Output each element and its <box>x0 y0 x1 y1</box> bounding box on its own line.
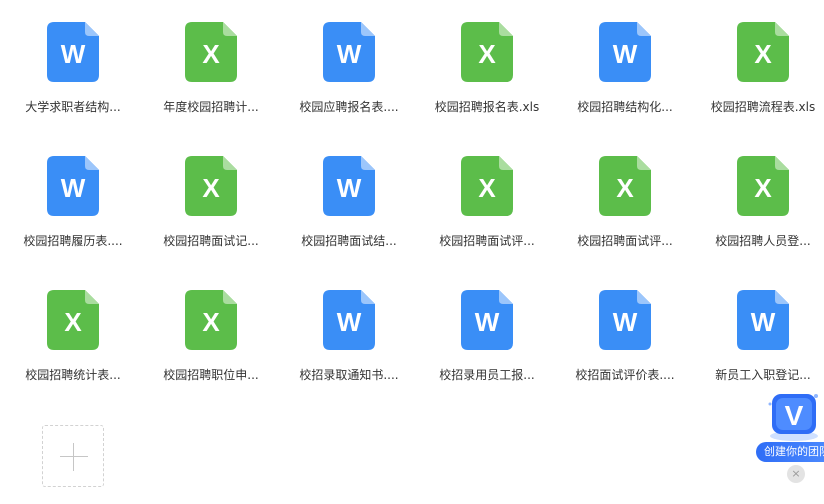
file-name-label: 校园招聘面试记... <box>163 234 259 248</box>
file-name-label: 年度校园招聘计... <box>163 100 259 114</box>
file-item[interactable]: X 校园招聘流程表.xls <box>694 0 824 114</box>
file-item[interactable]: W 校园招聘结构化... <box>556 0 694 114</box>
file-name-label: 校招录取通知书.... <box>299 368 399 382</box>
file-item[interactable]: W 校园应聘报名表.... <box>280 0 418 114</box>
word-doc-icon: W <box>323 156 375 216</box>
excel-sheet-icon: X <box>737 22 789 82</box>
file-item[interactable]: W 新员工入职登记... <box>694 268 824 382</box>
file-name-label: 校园招聘统计表... <box>25 368 121 382</box>
file-name-label: 校园招聘报名表.xls <box>434 100 540 114</box>
team-promo-widget[interactable]: V 创建你的团队 × <box>756 386 824 486</box>
svg-text:X: X <box>478 39 496 69</box>
svg-text:X: X <box>616 173 634 203</box>
add-file-button[interactable] <box>42 425 104 487</box>
svg-text:W: W <box>475 307 500 337</box>
file-name-label: 校园招聘履历表.... <box>23 234 123 248</box>
excel-sheet-icon: X <box>185 290 237 350</box>
excel-sheet-icon: X <box>185 156 237 216</box>
svg-text:X: X <box>202 39 220 69</box>
excel-sheet-icon: X <box>737 156 789 216</box>
file-item[interactable]: W 校招录取通知书.... <box>280 268 418 382</box>
file-item[interactable]: W 大学求职者结构... <box>4 0 142 114</box>
svg-text:X: X <box>478 173 496 203</box>
file-name-label: 校园招聘面试评... <box>439 234 535 248</box>
close-promo-button[interactable]: × <box>787 465 805 483</box>
file-item[interactable]: X 校园招聘报名表.xls <box>418 0 556 114</box>
svg-text:X: X <box>202 307 220 337</box>
file-item[interactable]: X 年度校园招聘计... <box>142 0 280 114</box>
file-name-label: 校招面试评价表.... <box>575 368 675 382</box>
excel-sheet-icon: X <box>461 22 513 82</box>
file-name-label: 大学求职者结构... <box>25 100 121 114</box>
svg-text:W: W <box>337 307 362 337</box>
v-logo-icon: V <box>764 388 824 444</box>
word-doc-icon: W <box>323 22 375 82</box>
plus-icon <box>60 456 88 457</box>
svg-text:W: W <box>613 307 638 337</box>
svg-text:X: X <box>754 39 772 69</box>
svg-text:W: W <box>337 39 362 69</box>
file-name-label: 校园招聘职位申... <box>163 368 259 382</box>
file-item[interactable]: X 校园招聘面试评... <box>556 134 694 248</box>
file-item[interactable]: W 校园招聘面试结... <box>280 134 418 248</box>
word-doc-icon: W <box>461 290 513 350</box>
excel-sheet-icon: X <box>461 156 513 216</box>
file-name-label: 校园应聘报名表.... <box>299 100 399 114</box>
file-item[interactable]: X 校园招聘人员登... <box>694 134 824 248</box>
word-doc-icon: W <box>599 290 651 350</box>
file-name-label: 校园招聘结构化... <box>577 100 673 114</box>
svg-text:W: W <box>613 39 638 69</box>
svg-text:X: X <box>202 173 220 203</box>
file-name-label: 校招录用员工报... <box>439 368 535 382</box>
file-name-label: 校园招聘流程表.xls <box>710 100 816 114</box>
excel-sheet-icon: X <box>185 22 237 82</box>
file-item[interactable]: X 校园招聘面试评... <box>418 134 556 248</box>
word-doc-icon: W <box>47 22 99 82</box>
file-item[interactable]: W 校园招聘履历表.... <box>4 134 142 248</box>
svg-text:W: W <box>61 173 86 203</box>
file-item[interactable]: X 校园招聘职位申... <box>142 268 280 382</box>
svg-text:V: V <box>785 400 804 431</box>
file-name-label: 校园招聘人员登... <box>715 234 811 248</box>
excel-sheet-icon: X <box>47 290 99 350</box>
word-doc-icon: W <box>737 290 789 350</box>
svg-text:W: W <box>61 39 86 69</box>
word-doc-icon: W <box>323 290 375 350</box>
file-name-label: 校园招聘面试结... <box>301 234 397 248</box>
word-doc-icon: W <box>599 22 651 82</box>
file-name-label: 校园招聘面试评... <box>577 234 673 248</box>
file-item[interactable]: X 校园招聘面试记... <box>142 134 280 248</box>
file-item[interactable]: W 校招面试评价表.... <box>556 268 694 382</box>
svg-text:X: X <box>64 307 82 337</box>
svg-text:W: W <box>337 173 362 203</box>
file-name-label: 新员工入职登记... <box>715 368 811 382</box>
svg-text:X: X <box>754 173 772 203</box>
file-item[interactable]: X 校园招聘统计表... <box>4 268 142 382</box>
excel-sheet-icon: X <box>599 156 651 216</box>
word-doc-icon: W <box>47 156 99 216</box>
create-team-label[interactable]: 创建你的团队 <box>756 442 824 462</box>
svg-text:W: W <box>751 307 776 337</box>
file-item[interactable]: W 校招录用员工报... <box>418 268 556 382</box>
